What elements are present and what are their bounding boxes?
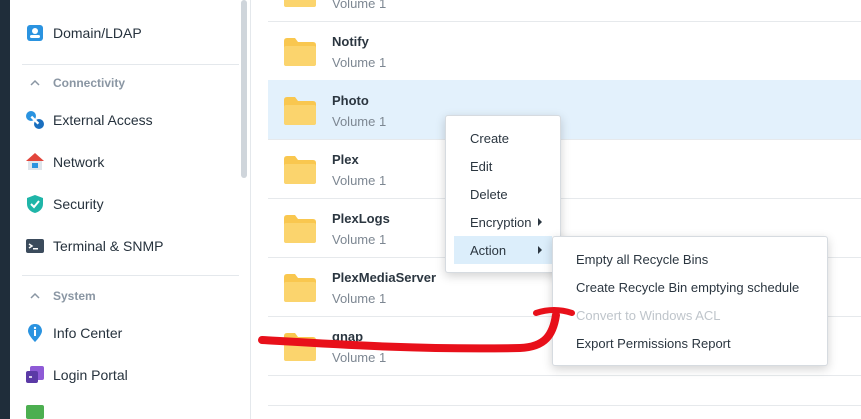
sidebar-scrollbar[interactable] — [241, 0, 247, 178]
sidebar-item-domain-ldap[interactable]: Domain/LDAP — [25, 18, 225, 48]
folder-row-selected[interactable]: Photo Volume 1 — [268, 80, 861, 140]
context-menu: Create Edit Delete Encryption Action — [445, 115, 561, 273]
sidebar-item-network[interactable]: Network — [25, 147, 225, 177]
folder-row[interactable]: Notify Volume 1 — [268, 21, 861, 81]
folder-row[interactable]: Volume 1 — [268, 0, 861, 22]
menu-item-create[interactable]: Create — [446, 124, 560, 152]
folder-volume: Volume 1 — [332, 232, 387, 247]
sidebar-item-label: Info Center — [53, 325, 123, 341]
menu-item-edit[interactable]: Edit — [446, 152, 560, 180]
sidebar-section-title: System — [53, 289, 96, 303]
menu-item-label: Edit — [470, 158, 493, 174]
folder-name: PlexLogs — [332, 211, 390, 226]
menu-item-label: Create — [470, 130, 510, 146]
folder-volume: Volume 1 — [332, 173, 387, 188]
caret-right-icon — [538, 218, 542, 226]
menu-item-empty-all-recycle-bins[interactable]: Empty all Recycle Bins — [576, 245, 826, 273]
sidebar-item-label: Terminal & SNMP — [53, 238, 164, 254]
shield-check-icon — [25, 194, 45, 214]
folder-icon — [284, 38, 316, 66]
menu-item-export-permissions-report[interactable]: Export Permissions Report — [576, 329, 826, 357]
user-card-icon — [25, 23, 45, 43]
sidebar-section-title: Connectivity — [53, 76, 126, 90]
menu-item-label: Empty all Recycle Bins — [576, 251, 709, 267]
sidebar-item-login-portal[interactable]: Login Portal — [25, 360, 225, 390]
chevron-up-icon — [25, 76, 45, 90]
menu-item-label: Convert to Windows ACL — [576, 307, 721, 323]
caret-right-icon — [538, 246, 542, 254]
menu-item-label: Export Permissions Report — [576, 335, 731, 351]
folder-icon — [284, 215, 316, 243]
sidebar-item-label: Security — [53, 196, 104, 212]
sidebar-item-partial[interactable] — [25, 400, 225, 419]
folder-volume: Volume 1 — [332, 55, 387, 70]
sidebar-section-system[interactable]: System — [25, 286, 225, 306]
folder-name: Plex — [332, 152, 359, 167]
menu-item-convert-to-windows-acl: Convert to Windows ACL — [576, 301, 826, 329]
sidebar-item-info-center[interactable]: Info Center — [25, 318, 225, 348]
folder-name: qnap — [332, 329, 364, 344]
sidebar-item-label: External Access — [53, 112, 153, 128]
sidebar-item-terminal-snmp[interactable]: Terminal & SNMP — [25, 231, 225, 261]
sidebar-item-label: Login Portal — [53, 367, 128, 383]
folder-name: Notify — [332, 34, 369, 49]
menu-item-action[interactable]: Action — [454, 236, 552, 264]
folder-name: PlexMediaServer — [332, 270, 437, 285]
external-access-icon — [25, 110, 45, 130]
sidebar-section-connectivity[interactable]: Connectivity — [25, 73, 225, 93]
folder-icon — [284, 333, 316, 361]
folder-icon — [284, 97, 316, 125]
folder-icon — [284, 156, 316, 184]
network-house-icon — [25, 152, 45, 172]
menu-item-create-recycle-bin-schedule[interactable]: Create Recycle Bin emptying schedule — [576, 273, 826, 301]
folder-volume: Volume 1 — [332, 0, 387, 11]
login-portal-icon — [25, 365, 45, 385]
menu-item-label: Delete — [470, 186, 508, 202]
menu-item-label: Create Recycle Bin emptying schedule — [576, 279, 800, 295]
folder-row-empty — [268, 375, 861, 406]
folder-icon — [284, 274, 316, 302]
folder-volume: Volume 1 — [332, 291, 387, 306]
sidebar-divider — [22, 275, 239, 276]
folder-volume: Volume 1 — [332, 350, 387, 365]
menu-item-encryption[interactable]: Encryption — [446, 208, 560, 236]
sidebar-item-external-access[interactable]: External Access — [25, 105, 225, 135]
action-submenu: Empty all Recycle Bins Create Recycle Bi… — [552, 236, 828, 366]
chevron-up-icon — [25, 289, 45, 303]
sidebar-item-label: Domain/LDAP — [53, 25, 142, 41]
terminal-icon — [25, 236, 45, 256]
folder-name: Photo — [332, 93, 369, 108]
sidebar-item-security[interactable]: Security — [25, 189, 225, 219]
info-pin-icon — [25, 323, 45, 343]
sidebar-divider — [22, 64, 239, 65]
sidebar-item-label: Network — [53, 154, 105, 170]
folder-icon — [284, 0, 316, 7]
menu-item-label: Encryption — [470, 214, 532, 230]
menu-item-delete[interactable]: Delete — [446, 180, 560, 208]
folder-volume: Volume 1 — [332, 114, 387, 129]
folder-row[interactable]: Plex Volume 1 — [268, 139, 861, 199]
menu-item-label: Action — [470, 242, 507, 258]
app-icon — [25, 400, 45, 419]
